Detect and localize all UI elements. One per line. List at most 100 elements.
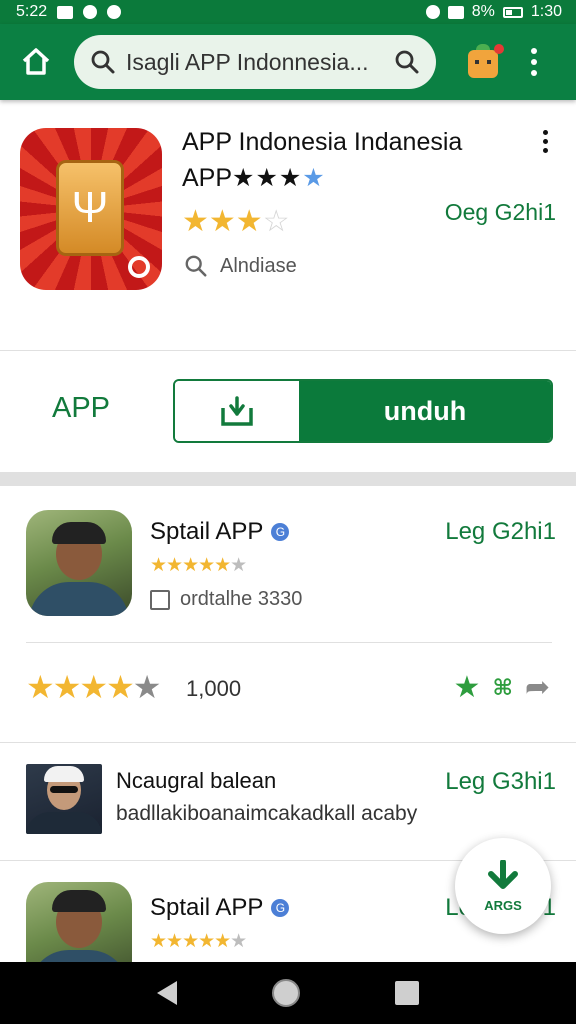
download-fab[interactable]: ARGS xyxy=(455,838,551,934)
list-item-title: Ncaugral balean xyxy=(116,768,277,793)
search-query[interactable]: Isagli APP Indonnesia... xyxy=(126,49,384,76)
install-row: APP unduh xyxy=(0,352,576,470)
cap xyxy=(44,766,84,782)
divider xyxy=(0,350,576,351)
action-icons: ★ ⌘ ➦ xyxy=(454,670,550,705)
cap xyxy=(52,890,106,912)
app-header: Ψ APP Indonesia Indanesia APP★★★★ ★★★☆ O… xyxy=(0,104,576,350)
section-divider xyxy=(0,472,576,486)
arrow-down-icon xyxy=(488,859,518,889)
app-meta: Oeg G2hi1 xyxy=(444,199,556,225)
stars-empty: ★ xyxy=(230,555,247,576)
app-title: APP Indonesia Indanesia APP★★★★ xyxy=(182,124,502,196)
app-rating: ★★★☆ xyxy=(182,204,290,239)
divider xyxy=(0,742,576,743)
star-half: ★ xyxy=(132,669,162,705)
status-time: 5:22 xyxy=(16,3,48,20)
download-icon xyxy=(221,396,253,426)
stars-empty: ★ xyxy=(230,931,247,952)
verified-icon: G xyxy=(271,523,290,541)
alarm-icon xyxy=(425,5,440,19)
person-head xyxy=(52,890,106,948)
fab-label: ARGS xyxy=(484,897,522,913)
search-icon xyxy=(91,50,115,74)
status-bar: 5:22 8% 1:30 xyxy=(0,0,576,24)
list-item-title: Sptail APP G xyxy=(150,894,290,922)
home-button[interactable] xyxy=(14,40,58,84)
list-item-rating: ★★★★★★ xyxy=(150,930,247,953)
stars-filled: ★★★★ xyxy=(26,669,135,705)
app-notification-icon xyxy=(107,5,122,19)
recents-icon[interactable] xyxy=(394,981,419,1005)
list-item[interactable]: Sptail APP G Leg G2hi1 ★★★★★★ ordtalhe 3… xyxy=(0,488,576,644)
developer-name: Alndiase xyxy=(220,254,297,277)
person-body xyxy=(29,950,129,962)
sunglasses xyxy=(50,786,78,793)
dot xyxy=(542,130,548,135)
home-nav-icon[interactable] xyxy=(271,979,300,1007)
android-avatar-icon xyxy=(468,50,498,78)
battery-icon xyxy=(502,6,523,18)
system-nav-bar xyxy=(0,962,576,1024)
person-head xyxy=(44,766,84,810)
apps-grid-icon[interactable]: ⌘ xyxy=(492,675,512,701)
avatar xyxy=(26,510,132,616)
share-icon[interactable]: ➦ xyxy=(525,670,550,705)
message-icon xyxy=(57,5,74,19)
app-title-line2: APP★★★★ xyxy=(182,160,502,196)
app-options-button[interactable] xyxy=(538,130,552,160)
person-photo xyxy=(26,766,102,834)
title-text: Sptail APP xyxy=(150,894,264,921)
wifi-icon xyxy=(447,5,464,19)
person-body xyxy=(29,582,129,616)
dot xyxy=(542,148,548,153)
title-star-blue: ★ xyxy=(302,164,326,192)
title-stars-dark: ★★★ xyxy=(232,164,303,192)
list-item-meta: Leg G2hi1 xyxy=(445,518,556,545)
status-clock: 1:30 xyxy=(530,3,562,20)
title-text: Sptail APP xyxy=(150,518,264,545)
home-icon xyxy=(22,48,50,75)
ring-icon xyxy=(128,256,150,278)
rating-stars-filled: ★★★ xyxy=(182,205,263,238)
unduh-button[interactable]: unduh xyxy=(299,381,551,441)
avatar xyxy=(26,882,132,962)
app-icon[interactable]: Ψ xyxy=(20,128,162,290)
download-icon-button[interactable] xyxy=(175,381,299,441)
search-icon xyxy=(185,255,207,277)
favorite-star-icon[interactable]: ★ xyxy=(454,670,481,705)
person-photo xyxy=(29,522,129,616)
list-item-subtitle: ordtalhe 3330 xyxy=(150,588,302,611)
app-title-line1: APP Indonesia Indanesia xyxy=(182,128,463,156)
battery-percent: 8% xyxy=(471,3,495,20)
person-head xyxy=(52,522,106,580)
subtitle-text: ordtalhe 3330 xyxy=(180,588,303,610)
dot xyxy=(531,59,537,65)
developer-link[interactable]: Alndiase xyxy=(184,254,297,278)
list-item-title: Sptail APP G xyxy=(150,518,290,546)
search-bar[interactable]: Isagli APP Indonnesia... xyxy=(74,35,436,89)
logo-glyph: Ψ xyxy=(71,183,109,232)
divider xyxy=(26,642,552,643)
install-button-group: unduh xyxy=(173,379,553,443)
list-item-subtitle: badllakiboanaimcakadkall acaby xyxy=(116,802,418,825)
dot xyxy=(542,139,548,144)
notification-badge xyxy=(494,44,504,54)
person-photo xyxy=(29,890,129,962)
app-bar: Isagli APP Indonnesia... xyxy=(0,24,576,100)
app-title-suffix: APP xyxy=(182,164,233,192)
list-item-meta: Leg G3hi1 xyxy=(445,768,556,795)
notification-icon xyxy=(83,5,98,19)
person-body xyxy=(26,812,102,834)
dot xyxy=(531,70,537,76)
stars-filled: ★★★★★ xyxy=(150,931,231,952)
overflow-menu-button[interactable] xyxy=(524,42,544,82)
rating-count: 1,000 xyxy=(186,676,242,701)
verified-icon: G xyxy=(271,899,290,917)
account-avatar-button[interactable] xyxy=(466,44,504,80)
search-submit-icon[interactable] xyxy=(394,49,420,75)
rating-stars-empty: ☆ xyxy=(262,205,290,238)
rating-actions-row: ★★★★★ 1,000 ★ ⌘ ➦ xyxy=(0,660,576,720)
dot xyxy=(531,48,537,54)
back-icon[interactable] xyxy=(157,981,178,1005)
